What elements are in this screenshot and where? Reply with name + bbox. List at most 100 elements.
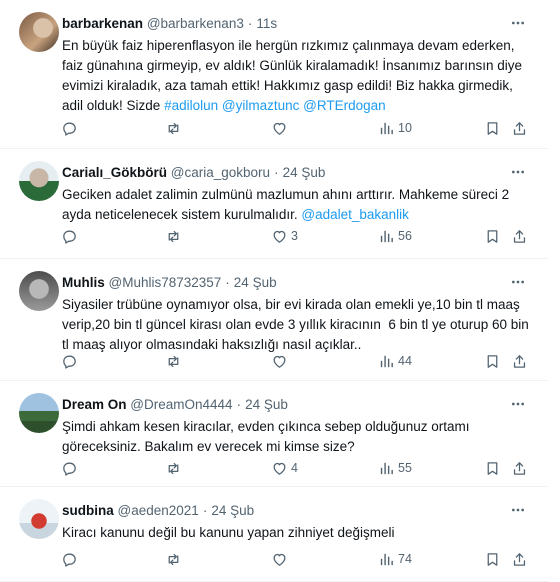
reply-button[interactable] <box>61 349 81 373</box>
hashtag-link[interactable]: #adilolun <box>164 98 218 113</box>
reply-icon <box>61 120 78 137</box>
tweet[interactable]: Dream On @DreamOn4444 · 24 Şub Şimdi ahkam … <box>0 381 548 487</box>
retweet-button[interactable] <box>165 547 185 571</box>
bookmark-icon <box>484 551 501 568</box>
tweet-body: En büyük faiz hiperenflasyon ile hergün … <box>62 36 532 116</box>
mention-link[interactable]: @adalet_bakanlik <box>301 207 409 222</box>
display-name[interactable]: sudbina <box>62 503 114 518</box>
views-bar-chart-icon <box>378 353 395 370</box>
views-count: 55 <box>398 461 412 475</box>
more-options-button[interactable] <box>506 163 530 181</box>
more-horizontal-icon <box>510 502 526 518</box>
like-button[interactable] <box>271 116 291 140</box>
share-button[interactable] <box>511 116 528 140</box>
mention-link[interactable]: @yilmaztunc <box>222 98 299 113</box>
views-bar-chart-icon <box>378 120 395 137</box>
display-name[interactable]: barbarkenan <box>62 16 143 31</box>
more-options-button[interactable] <box>506 395 530 413</box>
views-button[interactable]: 56 <box>378 224 412 248</box>
mention-link[interactable]: @RTErdogan <box>303 98 386 113</box>
views-count: 74 <box>398 552 412 566</box>
tweet-actions: 44 <box>0 349 548 373</box>
tweet-actions: 4 55 <box>0 456 548 480</box>
like-button[interactable]: 3 <box>271 224 298 248</box>
tweet-body: Siyasiler trübüne oynamıyor olsa, bir ev… <box>62 295 532 355</box>
views-bar-chart-icon <box>378 228 395 245</box>
tweet-text: Şimdi ahkam kesen kiracılar, evden çıkın… <box>62 419 474 454</box>
share-button[interactable] <box>511 456 528 480</box>
avatar[interactable] <box>19 161 59 201</box>
reply-button[interactable] <box>61 456 81 480</box>
separator-dot: · <box>274 165 279 180</box>
likes-count: 3 <box>291 229 298 243</box>
bookmark-button[interactable] <box>484 456 501 480</box>
display-name[interactable]: Dream On <box>62 397 127 412</box>
avatar[interactable] <box>19 393 59 433</box>
tweet-body: Kiracı kanunu değil bu kanunu yapan zihn… <box>62 523 532 543</box>
share-upload-icon <box>511 120 528 137</box>
avatar[interactable] <box>19 12 59 52</box>
views-button[interactable]: 55 <box>378 456 412 480</box>
user-handle[interactable]: @caria_gokboru <box>171 165 270 180</box>
more-options-button[interactable] <box>506 501 530 519</box>
share-button[interactable] <box>511 224 528 248</box>
views-button[interactable]: 10 <box>378 116 412 140</box>
bookmark-icon <box>484 228 501 245</box>
retweet-icon <box>165 460 182 477</box>
timestamp[interactable]: 24 Şub <box>211 503 254 518</box>
likes-count: 4 <box>291 461 298 475</box>
tweet[interactable]: Muhlis @Muhlis78732357 · 24 Şub Siyasiler t… <box>0 259 548 381</box>
heart-icon <box>271 460 288 477</box>
more-options-button[interactable] <box>506 273 530 291</box>
retweet-icon <box>165 120 182 137</box>
user-handle[interactable]: @Muhlis78732357 <box>109 275 222 290</box>
tweet-body: Şimdi ahkam kesen kiracılar, evden çıkın… <box>62 417 532 457</box>
user-handle[interactable]: @barbarkenan3 <box>147 16 244 31</box>
reply-button[interactable] <box>61 547 81 571</box>
like-button[interactable] <box>271 349 291 373</box>
timestamp[interactable]: 24 Şub <box>234 275 277 290</box>
bookmark-button[interactable] <box>484 224 501 248</box>
user-handle[interactable]: @DreamOn4444 <box>130 397 232 412</box>
share-button[interactable] <box>511 349 528 373</box>
display-name[interactable]: Muhlis <box>62 275 105 290</box>
timestamp[interactable]: 24 Şub <box>283 165 326 180</box>
bookmark-button[interactable] <box>484 116 501 140</box>
avatar[interactable] <box>19 271 59 311</box>
more-options-button[interactable] <box>506 14 530 32</box>
retweet-button[interactable] <box>165 456 185 480</box>
more-horizontal-icon <box>510 15 526 31</box>
share-upload-icon <box>511 460 528 477</box>
bookmark-button[interactable] <box>484 547 501 571</box>
reply-button[interactable] <box>61 116 81 140</box>
timestamp[interactable]: 24 Şub <box>245 397 288 412</box>
share-button[interactable] <box>511 547 528 571</box>
tweet-actions: 3 56 <box>0 224 548 248</box>
avatar[interactable] <box>19 499 59 539</box>
user-handle[interactable]: @aeden2021 <box>118 503 199 518</box>
reply-button[interactable] <box>61 224 81 248</box>
tweet-text: Siyasiler trübüne oynamıyor olsa, bir ev… <box>62 297 533 352</box>
more-horizontal-icon <box>510 164 526 180</box>
tweet-feed: barbarkenan @barbarkenan3 · 11s En büyük fa… <box>0 0 560 582</box>
views-button[interactable]: 74 <box>378 547 412 571</box>
tweet[interactable]: sudbina @aeden2021 · 24 Şub Kiracı kanunu d… <box>0 487 548 582</box>
views-count: 44 <box>398 354 412 368</box>
reply-icon <box>61 551 78 568</box>
timestamp[interactable]: 11s <box>256 16 277 31</box>
like-button[interactable]: 4 <box>271 456 298 480</box>
retweet-button[interactable] <box>165 224 185 248</box>
heart-icon <box>271 353 288 370</box>
more-horizontal-icon <box>510 274 526 290</box>
tweet[interactable]: barbarkenan @barbarkenan3 · 11s En büyük fa… <box>0 0 548 149</box>
views-count: 10 <box>398 121 412 135</box>
bookmark-button[interactable] <box>484 349 501 373</box>
tweet[interactable]: Carialı_Gökbörü @caria_gokboru · 24 Şub Gec… <box>0 149 548 259</box>
views-button[interactable]: 44 <box>378 349 412 373</box>
separator-dot: · <box>247 16 253 31</box>
like-button[interactable] <box>271 547 291 571</box>
retweet-button[interactable] <box>165 349 185 373</box>
retweet-button[interactable] <box>165 116 185 140</box>
reply-icon <box>61 228 78 245</box>
display-name[interactable]: Carialı_Gökbörü <box>62 165 167 180</box>
